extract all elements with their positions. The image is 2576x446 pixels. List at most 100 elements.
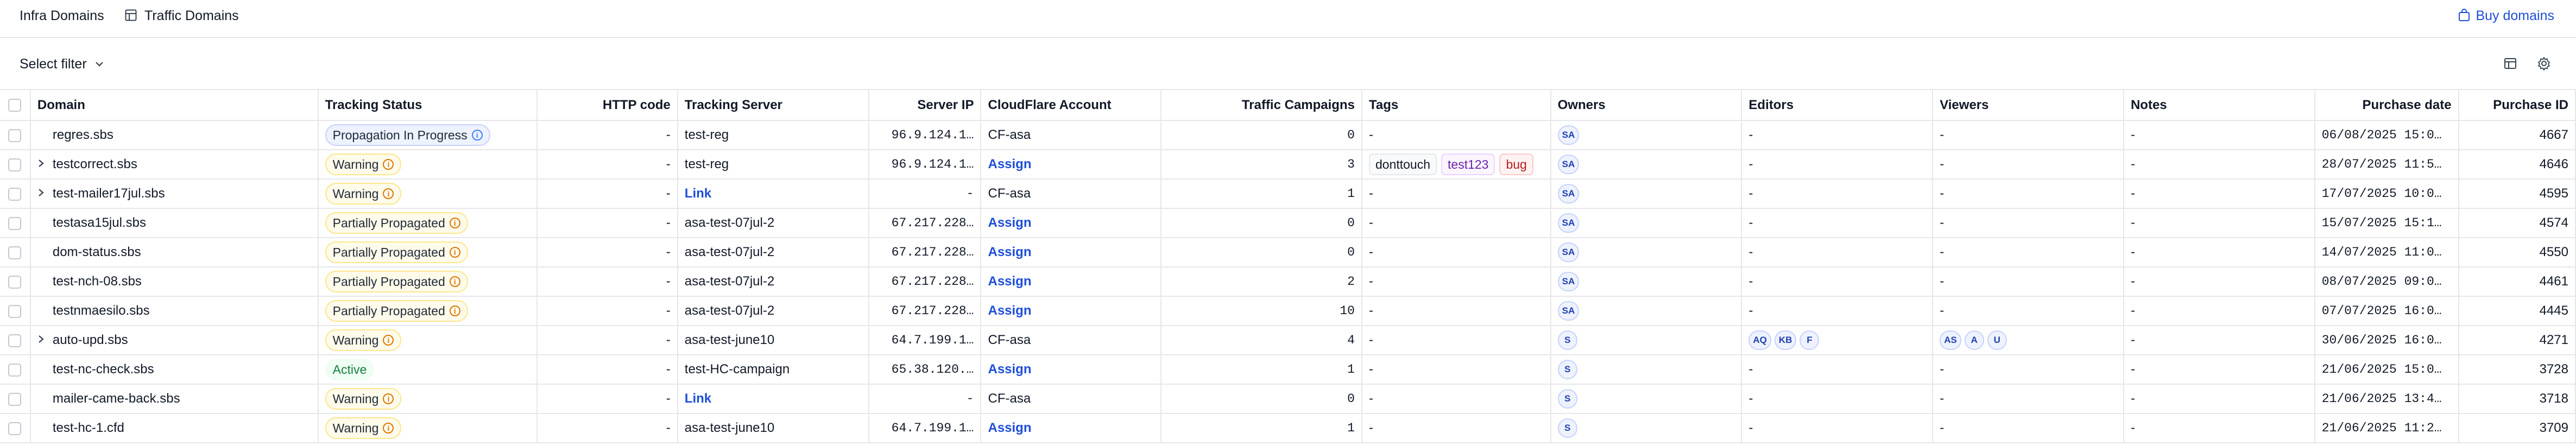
owner-avatar[interactable]: SA xyxy=(1557,272,1580,291)
row-checkbox[interactable] xyxy=(8,304,22,318)
tracking-server-cell: asa-test-07jul-2 xyxy=(677,296,869,326)
tracking-status-cell: Warning i xyxy=(318,179,538,209)
column-header-tags[interactable]: Tags xyxy=(1361,90,1551,121)
assign-cloudflare-link[interactable]: Assign xyxy=(988,303,1031,318)
row-checkbox[interactable] xyxy=(8,392,22,406)
editor-avatar[interactable]: AQ xyxy=(1748,330,1771,350)
column-header-notes[interactable]: Notes xyxy=(2123,90,2315,121)
owner-avatar[interactable]: SA xyxy=(1557,243,1580,262)
row-checkbox[interactable] xyxy=(8,246,22,259)
table-row[interactable]: test-nc-check.sbs Active - test-HC-campaign… xyxy=(0,355,2576,385)
tab-infra-domains[interactable]: Infra Domains xyxy=(20,0,104,31)
owner-avatar[interactable]: SA xyxy=(1557,184,1580,203)
assign-cloudflare-link[interactable]: Assign xyxy=(988,362,1031,377)
select-all-checkbox[interactable] xyxy=(8,99,22,112)
column-header-domain[interactable]: Domain xyxy=(30,90,319,121)
column-header-viewers[interactable]: Viewers xyxy=(1933,90,2124,121)
table-row[interactable]: test-nch-08.sbs Partially Propagated i - asa… xyxy=(0,267,2576,297)
assign-cloudflare-link[interactable]: Assign xyxy=(988,245,1031,259)
tab-traffic-domains[interactable]: Traffic Domains xyxy=(125,0,239,31)
editor-avatar[interactable]: F xyxy=(1800,330,1820,350)
tracking-server-link[interactable]: Link xyxy=(685,186,711,201)
buy-domains-button[interactable]: Buy domains xyxy=(2458,0,2554,31)
column-header-cloudflare-account[interactable]: CloudFlare Account xyxy=(981,90,1161,121)
info-icon[interactable]: i xyxy=(449,217,460,228)
domain-name[interactable]: test-nch-08.sbs xyxy=(53,274,142,289)
row-checkbox[interactable] xyxy=(8,334,22,347)
domain-name[interactable]: mailer-came-back.sbs xyxy=(53,391,180,406)
column-header-server-ip[interactable]: Server IP xyxy=(868,90,982,121)
expand-row-chevron-icon[interactable] xyxy=(37,333,53,348)
viewer-avatar[interactable]: AS xyxy=(1940,330,1961,350)
info-icon[interactable]: i xyxy=(383,422,394,434)
info-icon[interactable]: i xyxy=(383,188,394,199)
table-row[interactable]: test-hc-1.cfd Warning i - asa-test-june10 64.… xyxy=(0,413,2576,443)
table-row[interactable]: mailer-came-back.sbs Warning i - Link - CF-asa… xyxy=(0,384,2576,414)
row-checkbox[interactable] xyxy=(8,363,22,377)
editor-avatar[interactable]: KB xyxy=(1774,330,1797,350)
row-checkbox[interactable] xyxy=(8,275,22,289)
info-icon[interactable]: i xyxy=(471,129,483,141)
column-header-tracking-server[interactable]: Tracking Server xyxy=(677,90,869,121)
table-row[interactable]: dom-status.sbs Partially Propagated i - asa-… xyxy=(0,238,2576,267)
info-icon[interactable]: i xyxy=(449,246,460,258)
info-icon[interactable]: i xyxy=(383,393,394,404)
table-row[interactable]: testasa15jul.sbs Partially Propagated i - as… xyxy=(0,208,2576,238)
row-checkbox[interactable] xyxy=(8,129,22,142)
domain-name[interactable]: test-nc-check.sbs xyxy=(53,362,154,377)
info-icon[interactable]: i xyxy=(449,276,460,287)
domain-name[interactable]: auto-upd.sbs xyxy=(53,333,128,347)
assign-cloudflare-link[interactable]: Assign xyxy=(988,420,1031,435)
viewer-empty: - xyxy=(1940,274,1944,289)
domain-name[interactable]: testnmaesilo.sbs xyxy=(53,303,150,318)
owner-avatar[interactable]: S xyxy=(1557,330,1577,350)
expand-row-chevron-icon[interactable] xyxy=(37,157,53,172)
select-filter-dropdown[interactable]: Select filter xyxy=(20,54,104,74)
domain-name[interactable]: testasa15jul.sbs xyxy=(53,215,146,230)
owner-avatar[interactable]: S xyxy=(1557,360,1577,379)
columns-icon[interactable] xyxy=(2502,55,2518,72)
column-header-tracking-status[interactable]: Tracking Status xyxy=(318,90,538,121)
column-header-purchase-date[interactable]: Purchase date xyxy=(2314,90,2459,121)
expand-row-chevron-icon[interactable] xyxy=(37,186,53,201)
gear-icon[interactable] xyxy=(2536,55,2552,72)
table-row[interactable]: testcorrect.sbs Warning i - test-reg 96.9.124… xyxy=(0,150,2576,180)
column-header-owners[interactable]: Owners xyxy=(1550,90,1742,121)
viewer-avatar[interactable]: U xyxy=(1987,330,2007,350)
viewer-avatar[interactable]: A xyxy=(1964,330,1984,350)
row-checkbox[interactable] xyxy=(8,158,22,171)
owner-avatar[interactable]: SA xyxy=(1557,213,1580,233)
domain-name[interactable]: test-hc-1.cfd xyxy=(53,420,124,435)
info-icon[interactable]: i xyxy=(383,158,394,170)
owner-avatar[interactable]: S xyxy=(1557,418,1577,438)
tag-chip[interactable]: test123 xyxy=(1441,154,1495,175)
row-checkbox[interactable] xyxy=(8,187,22,201)
table-row[interactable]: regres.sbs Propagation In Progress i - test-… xyxy=(0,120,2576,150)
table-row[interactable]: testnmaesilo.sbs Partially Propagated i - as… xyxy=(0,296,2576,326)
table-row[interactable]: test-mailer17jul.sbs Warning i - Link - CF-asa… xyxy=(0,179,2576,209)
tag-chip[interactable]: bug xyxy=(1499,154,1533,175)
owner-avatar[interactable]: SA xyxy=(1557,155,1580,174)
domain-name[interactable]: testcorrect.sbs xyxy=(53,157,137,171)
assign-cloudflare-link[interactable]: Assign xyxy=(988,274,1031,289)
column-header-purchase-id[interactable]: Purchase ID xyxy=(2458,90,2576,121)
assign-cloudflare-link[interactable]: Assign xyxy=(988,215,1031,230)
tag-chip[interactable]: donttouch xyxy=(1368,154,1437,175)
column-header-http-code[interactable]: HTTP code xyxy=(537,90,678,121)
owner-avatar[interactable]: S xyxy=(1557,389,1577,409)
column-header-editors[interactable]: Editors xyxy=(1741,90,1934,121)
domain-name[interactable]: dom-status.sbs xyxy=(53,245,141,259)
tracking-status-cell: Active xyxy=(318,355,538,385)
domain-name[interactable]: regres.sbs xyxy=(53,128,113,142)
assign-cloudflare-link[interactable]: Assign xyxy=(988,157,1031,171)
owner-avatar[interactable]: SA xyxy=(1557,125,1580,145)
column-header-traffic-campaigns[interactable]: Traffic Campaigns xyxy=(1160,90,1362,121)
info-icon[interactable]: i xyxy=(449,305,460,316)
tracking-server-link[interactable]: Link xyxy=(685,391,711,406)
info-icon[interactable]: i xyxy=(383,334,394,346)
row-checkbox[interactable] xyxy=(8,216,22,230)
table-row[interactable]: auto-upd.sbs Warning i - asa-test-june10 64.7… xyxy=(0,326,2576,355)
domain-name[interactable]: test-mailer17jul.sbs xyxy=(53,186,165,201)
owner-avatar[interactable]: SA xyxy=(1557,301,1580,321)
row-checkbox[interactable] xyxy=(8,422,22,435)
